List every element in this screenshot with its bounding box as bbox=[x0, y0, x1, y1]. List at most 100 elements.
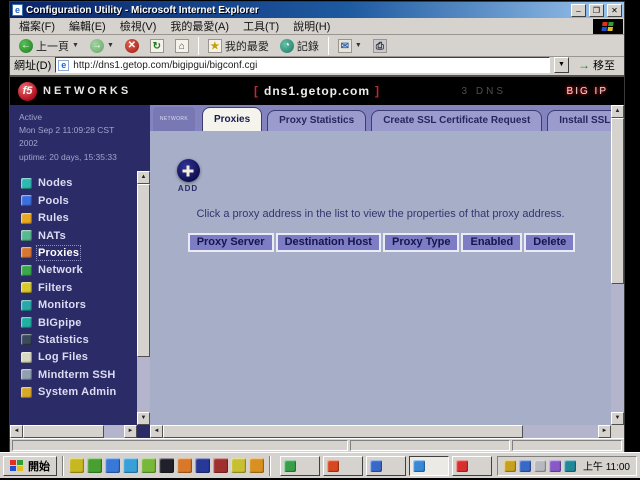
scroll-down-icon[interactable] bbox=[611, 412, 624, 425]
quick-launch-icon-9[interactable] bbox=[213, 458, 228, 473]
sidebar-item-pools[interactable]: Pools bbox=[21, 192, 150, 209]
history-button[interactable]: ◔ 記錄 bbox=[275, 36, 324, 55]
column-header-delete: Delete bbox=[524, 233, 575, 252]
close-button[interactable] bbox=[607, 4, 622, 17]
address-dropdown-icon[interactable]: ▼ bbox=[554, 57, 569, 73]
quick-launch-icon-2[interactable] bbox=[87, 458, 102, 473]
start-button[interactable]: 開始 bbox=[3, 456, 57, 476]
sidebar-item-label: Network bbox=[38, 264, 83, 276]
quick-launch-icon-1[interactable] bbox=[69, 458, 84, 473]
sidebar-item-monitors[interactable]: Monitors bbox=[21, 296, 150, 313]
forward-button[interactable]: → ▼ bbox=[85, 36, 119, 55]
refresh-button[interactable]: ↻ bbox=[145, 36, 169, 55]
minimize-button[interactable] bbox=[571, 4, 586, 17]
sidebar-item-filters[interactable]: Filters bbox=[21, 279, 150, 296]
scrollbar-thumb[interactable] bbox=[137, 184, 150, 357]
task-app-icon bbox=[413, 460, 425, 472]
taskbar-window-button-2[interactable] bbox=[323, 456, 363, 476]
tab-create-ssl-certificate-request[interactable]: Create SSL Certificate Request bbox=[371, 110, 542, 131]
sidebar-item-nats[interactable]: NATs bbox=[21, 227, 150, 244]
scrollbar-thumb[interactable] bbox=[611, 118, 624, 284]
quick-launch-icon-10[interactable] bbox=[231, 458, 246, 473]
ie-document-icon bbox=[12, 4, 23, 16]
content-vertical-scrollbar[interactable] bbox=[611, 105, 624, 425]
sidebar-item-system-admin[interactable]: System Admin bbox=[21, 383, 150, 400]
stop-button[interactable]: ✕ bbox=[120, 36, 144, 55]
quick-launch-icon-3[interactable] bbox=[105, 458, 120, 473]
menu-edit[interactable]: 編輯(E) bbox=[62, 17, 113, 35]
scrollbar-thumb[interactable] bbox=[163, 425, 523, 438]
sidebar-item-label: Log Files bbox=[38, 351, 88, 363]
tab-proxy-statistics[interactable]: Proxy Statistics bbox=[267, 110, 366, 131]
menu-file[interactable]: 檔案(F) bbox=[12, 17, 62, 35]
sidebar-item-bigpipe[interactable]: BIGpipe bbox=[21, 314, 150, 331]
back-button[interactable]: ← 上一頁 ▼ bbox=[14, 36, 84, 55]
product-bigip-label: BIG IP bbox=[567, 86, 608, 97]
quick-launch-icon-6[interactable] bbox=[159, 458, 174, 473]
tray-icon-3[interactable] bbox=[534, 460, 546, 472]
print-button[interactable]: ⎙ bbox=[368, 36, 392, 55]
system-uptime: uptime: 20 days, 15:35:33 bbox=[19, 151, 134, 164]
mail-icon: ✉ bbox=[338, 39, 352, 53]
quick-launch-icon-8[interactable] bbox=[195, 458, 210, 473]
network-map-button[interactable]: NETWORK MAP bbox=[153, 107, 195, 131]
sidebar-item-network[interactable]: Network bbox=[21, 262, 150, 279]
sidebar-item-proxies[interactable]: Proxies bbox=[21, 244, 150, 261]
tab-install-ssl-certificate[interactable]: Install SSL Certif bbox=[547, 110, 611, 131]
add-button-label: ADD bbox=[166, 184, 210, 193]
scroll-up-icon[interactable] bbox=[611, 105, 624, 118]
content-horizontal-scrollbar[interactable] bbox=[150, 425, 611, 438]
favorites-button[interactable]: ★ 我的最愛 bbox=[203, 36, 274, 55]
tray-icon-5[interactable] bbox=[564, 460, 576, 472]
browser-window: Configuration Utility - Microsoft Intern… bbox=[10, 2, 624, 452]
scroll-right-icon[interactable] bbox=[124, 425, 137, 438]
tray-icon-4[interactable] bbox=[549, 460, 561, 472]
menu-tools[interactable]: 工具(T) bbox=[236, 17, 286, 35]
window-title: Configuration Utility - Microsoft Intern… bbox=[26, 5, 568, 16]
quick-launch-icon-7[interactable] bbox=[177, 458, 192, 473]
scrollbar-thumb[interactable] bbox=[23, 425, 104, 438]
sidebar-item-mindterm-ssh[interactable]: Mindterm SSH bbox=[21, 366, 150, 383]
scroll-down-icon[interactable] bbox=[137, 412, 150, 425]
go-button[interactable]: → 移至 bbox=[573, 56, 620, 74]
add-proxy-button[interactable] bbox=[177, 159, 200, 182]
scroll-left-icon[interactable] bbox=[150, 425, 163, 438]
sidebar-item-label: Rules bbox=[38, 212, 69, 224]
network-map-label: NETWORK MAP bbox=[160, 116, 188, 131]
hostname-text: dns1.getop.com bbox=[264, 84, 370, 98]
hostname-bracket-left: [ bbox=[249, 84, 264, 98]
taskbar-window-button-4-active[interactable] bbox=[409, 456, 449, 476]
menu-help[interactable]: 說明(H) bbox=[286, 17, 337, 35]
navigation-sidebar: Active Mon Sep 2 11:09:28 CST 2002 uptim… bbox=[10, 105, 150, 438]
history-label: 記錄 bbox=[297, 38, 319, 54]
sidebar-item-log-files[interactable]: Log Files bbox=[21, 349, 150, 366]
go-arrow-icon: → bbox=[578, 58, 590, 72]
sidebar-vertical-scrollbar[interactable] bbox=[137, 171, 150, 425]
quick-launch-icon-4[interactable] bbox=[123, 458, 138, 473]
quick-launch-icon-11[interactable] bbox=[249, 458, 264, 473]
mail-button[interactable]: ✉ ▼ bbox=[333, 36, 367, 55]
tray-icon-1[interactable] bbox=[504, 460, 516, 472]
scroll-left-icon[interactable] bbox=[10, 425, 23, 438]
sidebar-horizontal-scrollbar[interactable] bbox=[10, 425, 137, 438]
address-input[interactable]: http://dns1.getop.com/bigipgui/bigconf.c… bbox=[55, 57, 550, 73]
home-button[interactable]: ⌂ bbox=[170, 36, 194, 55]
status-progress-pane bbox=[350, 440, 510, 451]
sidebar-item-label: BIGpipe bbox=[38, 317, 82, 329]
sidebar-item-label: Mindterm SSH bbox=[38, 369, 116, 381]
restore-button[interactable] bbox=[589, 4, 604, 17]
menu-view[interactable]: 檢視(V) bbox=[113, 17, 164, 35]
menu-favorites[interactable]: 我的最愛(A) bbox=[163, 17, 236, 35]
sidebar-item-rules[interactable]: Rules bbox=[21, 209, 150, 226]
taskbar-window-button-5[interactable] bbox=[452, 456, 492, 476]
scroll-right-icon[interactable] bbox=[598, 425, 611, 438]
scroll-up-icon[interactable] bbox=[137, 171, 150, 184]
tray-icon-2[interactable] bbox=[519, 460, 531, 472]
sidebar-item-statistics[interactable]: Statistics bbox=[21, 331, 150, 348]
taskbar-window-button-1[interactable] bbox=[280, 456, 320, 476]
taskbar-window-button-3[interactable] bbox=[366, 456, 406, 476]
sidebar-item-nodes[interactable]: Nodes bbox=[21, 175, 150, 192]
quick-launch-icon-5[interactable] bbox=[141, 458, 156, 473]
menu-bar: 檔案(F) 編輯(E) 檢視(V) 我的最愛(A) 工具(T) 說明(H) bbox=[10, 18, 624, 35]
tab-proxies[interactable]: Proxies bbox=[202, 107, 262, 131]
